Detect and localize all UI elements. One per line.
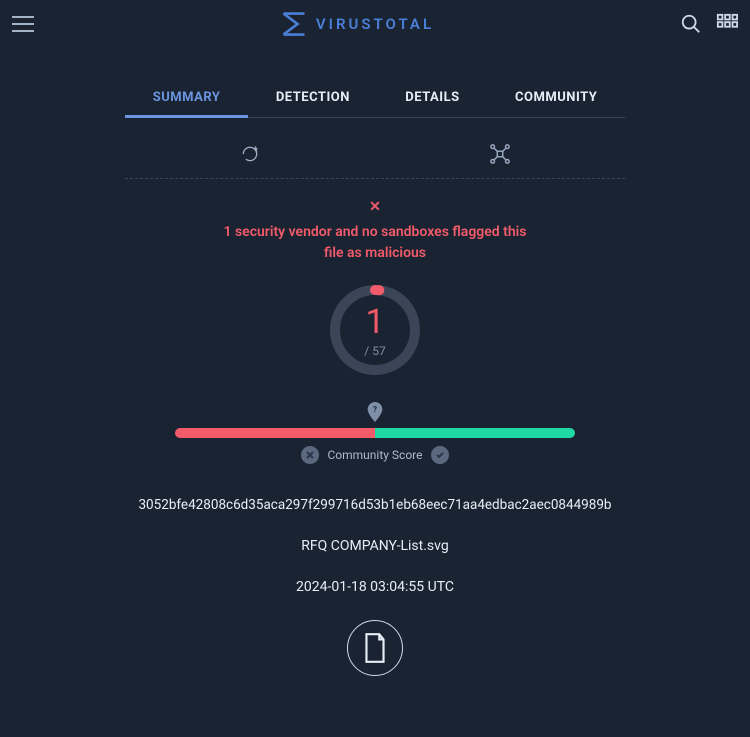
detections-count: 1 bbox=[365, 302, 384, 342]
brand-name: VIRUSTOTAL bbox=[316, 15, 434, 33]
menu-icon[interactable] bbox=[12, 13, 34, 35]
action-row bbox=[125, 130, 625, 179]
tab-summary[interactable]: SUMMARY bbox=[145, 78, 229, 117]
community-score-label: Community Score bbox=[327, 448, 422, 462]
alert-text-2: file as malicious bbox=[0, 243, 750, 264]
brand-logo-icon bbox=[280, 10, 308, 38]
tab-community[interactable]: COMMUNITY bbox=[507, 78, 605, 117]
document-icon bbox=[362, 632, 388, 664]
tab-details[interactable]: DETAILS bbox=[397, 78, 467, 117]
brand[interactable]: VIRUSTOTAL bbox=[280, 10, 434, 38]
graph-icon bbox=[489, 143, 511, 165]
svg-text:?: ? bbox=[373, 405, 377, 414]
detections-total: / 57 bbox=[364, 344, 385, 358]
alert-x-icon: ✕ bbox=[0, 197, 750, 218]
tabs: SUMMARY DETECTION DETAILS COMMUNITY bbox=[125, 78, 625, 118]
help-pin-icon[interactable]: ? bbox=[0, 402, 750, 422]
graph-button[interactable] bbox=[375, 130, 625, 178]
search-icon[interactable] bbox=[680, 13, 702, 35]
community-score-bar bbox=[175, 428, 575, 438]
reanalyze-button[interactable] bbox=[125, 130, 375, 178]
vote-harmless-icon[interactable] bbox=[431, 446, 449, 464]
file-hash: 3052bfe42808c6d35aca297f299716d53b1eb68e… bbox=[0, 496, 750, 515]
detection-gauge: 1 / 57 bbox=[325, 280, 425, 380]
malicious-alert: ✕ 1 security vendor and no sandboxes fla… bbox=[0, 197, 750, 264]
score-negative bbox=[175, 428, 375, 438]
file-name: RFQ COMPANY-List.svg bbox=[0, 537, 750, 557]
apps-grid-icon[interactable] bbox=[716, 13, 738, 35]
alert-text-1: 1 security vendor and no sandboxes flagg… bbox=[0, 222, 750, 243]
refresh-icon bbox=[240, 144, 260, 164]
score-positive bbox=[375, 428, 575, 438]
file-timestamp: 2024-01-18 03:04:55 UTC bbox=[0, 578, 750, 598]
file-type-icon bbox=[347, 620, 403, 676]
vote-malicious-icon[interactable] bbox=[301, 446, 319, 464]
tab-detection[interactable]: DETECTION bbox=[268, 78, 358, 117]
